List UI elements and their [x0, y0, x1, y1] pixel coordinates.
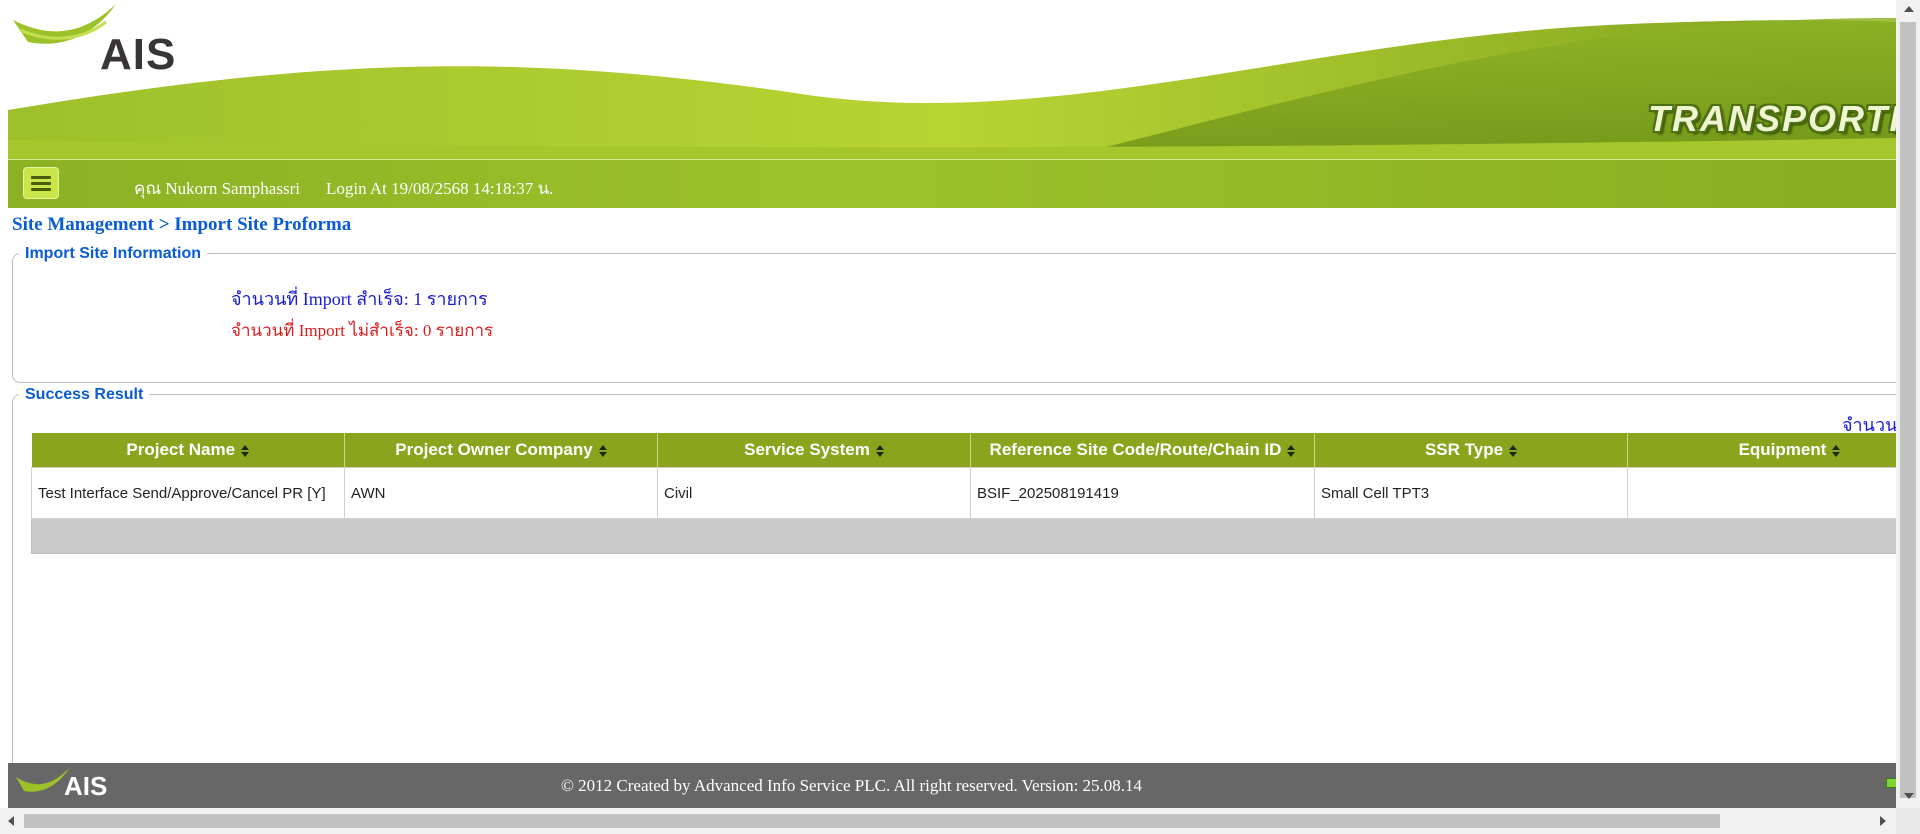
scroll-right-icon[interactable] [1880, 816, 1886, 826]
user-name: คุณ Nukorn Samphassri [134, 179, 300, 198]
scrollbar-corner [1896, 808, 1920, 834]
banner-waves [8, 18, 1896, 159]
login-time: Login At 19/08/2568 14:18:37 น. [325, 179, 554, 198]
table-footer-cell [31, 518, 1896, 554]
logo-text: AIS [100, 30, 177, 79]
horizontal-scrollbar[interactable] [0, 808, 1896, 834]
import-info-legend: Import Site Information [19, 245, 207, 263]
cell-ssr-type: Small Cell TPT3 [1314, 467, 1628, 519]
col-header-equipment[interactable]: Equipment [1627, 433, 1896, 468]
sort-arrows-icon[interactable] [1832, 444, 1841, 457]
sort-arrows-icon[interactable] [875, 444, 884, 457]
col-header-project-name[interactable]: Project Name [31, 433, 345, 468]
fail-count: จำนวนที่ Import ไม่สำเร็จ: 0 รายการ [231, 321, 494, 340]
col-header-reference-site-code[interactable]: Reference Site Code/Route/Chain ID [970, 433, 1315, 468]
cell-reference-site-code: BSIF_202508191419 [970, 467, 1315, 519]
col-header-project-owner-company[interactable]: Project Owner Company [344, 433, 658, 468]
import-site-information-panel: Import Site Information จำนวนที่ Import … [12, 245, 1896, 383]
sort-arrows-icon[interactable] [598, 444, 607, 457]
col-header-ssr-type[interactable]: SSR Type [1314, 433, 1628, 468]
scroll-up-icon[interactable] [1904, 6, 1914, 12]
breadcrumb: Site Management > Import Site Proforma [12, 214, 352, 235]
sort-arrows-icon[interactable] [1509, 444, 1518, 457]
hamburger-menu-icon[interactable] [23, 167, 59, 199]
cell-service-system: Civil [657, 467, 971, 519]
cell-project-name: Test Interface Send/Approve/Cancel PR [Y… [31, 467, 345, 519]
user-info: คุณ Nukorn Samphassri Login At 19/08/2568… [134, 175, 553, 202]
header-banner: AIS TRANSPORTI [8, 0, 1896, 159]
table-header-row: Project Name Project Owner Company Servi… [31, 433, 1896, 468]
cell-equipment [1627, 467, 1896, 519]
vertical-scrollbar[interactable] [1896, 0, 1920, 808]
user-bar: คุณ Nukorn Samphassri Login At 19/08/2568… [8, 159, 1896, 208]
footer-copyright: © 2012 Created by Advanced Info Service … [561, 776, 1143, 795]
result-table: Project Name Project Owner Company Servi… [31, 433, 1896, 554]
sort-arrows-icon[interactable] [1287, 444, 1296, 457]
table-footer-row [31, 518, 1896, 554]
success-count: จำนวนที่ Import สำเร็จ: 1 รายการ [231, 289, 488, 309]
sort-arrows-icon[interactable] [241, 444, 250, 457]
result-table-container: Project Name Project Owner Company Servi… [31, 433, 1896, 554]
success-result-legend: Success Result [19, 386, 150, 404]
banner-tagline: TRANSPORTI [1648, 98, 1896, 139]
status-indicator-icon [1886, 778, 1896, 788]
footer-logo-text: AIS [64, 771, 108, 801]
scroll-left-icon[interactable] [8, 816, 14, 826]
col-header-service-system[interactable]: Service System [657, 433, 971, 468]
scroll-down-icon[interactable] [1904, 793, 1914, 799]
cell-project-owner-company: AWN [344, 467, 658, 519]
table-row: Test Interface Send/Approve/Cancel PR [Y… [31, 467, 1896, 519]
page-footer: AIS © 2012 Created by Advanced Info Serv… [8, 763, 1896, 808]
horizontal-scroll-thumb[interactable] [24, 814, 1720, 828]
vertical-scroll-thumb[interactable] [1900, 22, 1916, 798]
page-viewport: AIS TRANSPORTI คุณ Nukorn Samphassri Logi… [8, 0, 1896, 808]
